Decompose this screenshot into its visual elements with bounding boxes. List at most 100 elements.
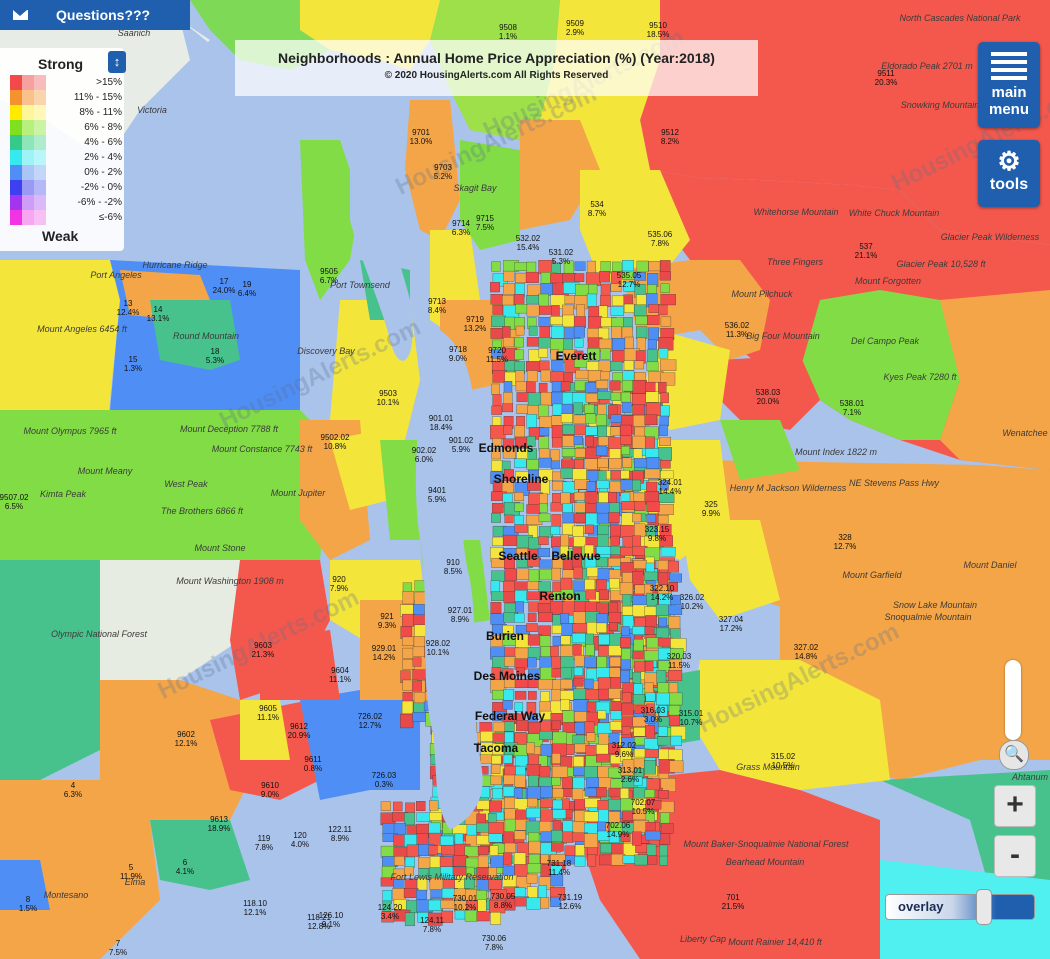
- neighborhood-tile[interactable]: [573, 699, 589, 712]
- neighborhood-tile[interactable]: [526, 798, 538, 808]
- neighborhood-tile[interactable]: [660, 316, 672, 327]
- neighborhood-tile[interactable]: [622, 692, 632, 704]
- neighborhood-tile[interactable]: [502, 326, 511, 340]
- neighborhood-tile[interactable]: [632, 571, 644, 586]
- neighborhood-tile[interactable]: [659, 833, 671, 845]
- neighborhood-tile[interactable]: [526, 459, 540, 470]
- neighborhood-tile[interactable]: [621, 380, 634, 392]
- neighborhood-tile[interactable]: [574, 856, 586, 867]
- neighborhood-tile[interactable]: [551, 325, 565, 339]
- neighborhood-tile[interactable]: [492, 689, 506, 700]
- neighborhood-tile[interactable]: [597, 457, 609, 468]
- neighborhood-tile[interactable]: [633, 458, 648, 468]
- neighborhood-tile[interactable]: [504, 721, 515, 732]
- neighborhood-tile[interactable]: [621, 401, 632, 413]
- neighborhood-tile[interactable]: [503, 392, 513, 406]
- neighborhood-tile[interactable]: [585, 413, 596, 424]
- neighborhood-tile[interactable]: [600, 283, 611, 297]
- neighborhood-tile[interactable]: [551, 830, 563, 842]
- neighborhood-tile[interactable]: [584, 833, 598, 848]
- neighborhood-tile[interactable]: [540, 785, 553, 799]
- neighborhood-tile[interactable]: [586, 732, 596, 742]
- neighborhood-tile[interactable]: [636, 326, 648, 339]
- neighborhood-tile[interactable]: [658, 726, 668, 737]
- neighborhood-tile[interactable]: [503, 754, 513, 764]
- neighborhood-tile[interactable]: [610, 426, 621, 436]
- neighborhood-tile[interactable]: [527, 284, 542, 296]
- neighborhood-tile[interactable]: [488, 833, 503, 843]
- neighborhood-tile[interactable]: [504, 568, 517, 582]
- neighborhood-tile[interactable]: [393, 801, 403, 812]
- neighborhood-tile[interactable]: [526, 414, 537, 429]
- neighborhood-tile[interactable]: [608, 645, 622, 656]
- neighborhood-tile[interactable]: [622, 855, 636, 864]
- neighborhood-tile[interactable]: [646, 501, 660, 513]
- neighborhood-tile[interactable]: [418, 857, 431, 869]
- neighborhood-tile[interactable]: [551, 305, 560, 318]
- neighborhood-tile[interactable]: [414, 580, 426, 592]
- neighborhood-tile[interactable]: [632, 404, 645, 415]
- neighborhood-tile[interactable]: [416, 812, 431, 822]
- neighborhood-tile[interactable]: [404, 912, 415, 927]
- neighborhood-tile[interactable]: [526, 873, 538, 884]
- neighborhood-tile[interactable]: [560, 467, 575, 479]
- neighborhood-tile[interactable]: [503, 689, 514, 701]
- neighborhood-tile[interactable]: [576, 304, 585, 318]
- neighborhood-tile[interactable]: [598, 305, 608, 318]
- neighborhood-tile[interactable]: [550, 316, 565, 325]
- neighborhood-tile[interactable]: [401, 700, 414, 714]
- neighborhood-tile[interactable]: [644, 571, 658, 581]
- neighborhood-tile[interactable]: [562, 314, 575, 328]
- neighborhood-tile[interactable]: [514, 524, 528, 533]
- neighborhood-tile[interactable]: [405, 802, 416, 814]
- neighborhood-tile[interactable]: [596, 753, 611, 763]
- overlay-slider-handle[interactable]: [976, 889, 992, 925]
- neighborhood-tile[interactable]: [491, 755, 502, 765]
- neighborhood-tile[interactable]: [560, 667, 572, 679]
- neighborhood-tile[interactable]: [551, 567, 561, 581]
- neighborhood-tile[interactable]: [609, 361, 623, 371]
- neighborhood-tile[interactable]: [634, 523, 646, 537]
- neighborhood-tile[interactable]: [454, 833, 464, 846]
- neighborhood-tile[interactable]: [659, 405, 670, 417]
- neighborhood-tile[interactable]: [404, 812, 416, 826]
- neighborhood-tile[interactable]: [491, 383, 500, 395]
- neighborhood-tile[interactable]: [504, 656, 516, 667]
- neighborhood-tile[interactable]: [595, 380, 609, 389]
- neighborhood-tile[interactable]: [597, 534, 609, 549]
- neighborhood-tile[interactable]: [560, 656, 574, 668]
- neighborhood-tile[interactable]: [490, 425, 506, 440]
- neighborhood-tile[interactable]: [538, 679, 555, 690]
- neighborhood-tile[interactable]: [562, 722, 577, 734]
- neighborhood-tile[interactable]: [502, 534, 519, 546]
- neighborhood-tile[interactable]: [644, 414, 658, 426]
- neighborhood-tile[interactable]: [659, 844, 668, 857]
- neighborhood-tile[interactable]: [503, 283, 515, 295]
- neighborhood-tile[interactable]: [515, 325, 525, 336]
- neighborhood-tile[interactable]: [596, 445, 608, 456]
- neighborhood-tile[interactable]: [429, 800, 439, 811]
- neighborhood-tile[interactable]: [573, 566, 583, 579]
- neighborhood-tile[interactable]: [646, 361, 659, 372]
- neighborhood-tile[interactable]: [526, 304, 540, 317]
- neighborhood-tile[interactable]: [572, 788, 584, 801]
- neighborhood-tile[interactable]: [657, 515, 669, 524]
- neighborhood-tile[interactable]: [492, 536, 504, 547]
- neighborhood-tile[interactable]: [526, 381, 536, 393]
- neighborhood-tile[interactable]: [585, 589, 596, 600]
- neighborhood-tile[interactable]: [528, 840, 541, 855]
- neighborhood-tile[interactable]: [526, 591, 541, 601]
- neighborhood-tile[interactable]: [574, 799, 586, 811]
- neighborhood-tile[interactable]: [539, 765, 551, 777]
- neighborhood-tile[interactable]: [429, 811, 443, 821]
- neighborhood-tile[interactable]: [490, 855, 504, 868]
- neighborhood-tile[interactable]: [658, 348, 669, 359]
- neighborhood-tile[interactable]: [658, 304, 668, 316]
- neighborhood-tile[interactable]: [477, 855, 489, 868]
- neighborhood-tile[interactable]: [587, 854, 597, 867]
- neighborhood-tile[interactable]: [586, 293, 597, 308]
- neighborhood-tile[interactable]: [597, 710, 607, 720]
- neighborhood-tile[interactable]: [585, 393, 599, 403]
- neighborhood-tile[interactable]: [645, 391, 659, 403]
- neighborhood-tile[interactable]: [632, 379, 647, 394]
